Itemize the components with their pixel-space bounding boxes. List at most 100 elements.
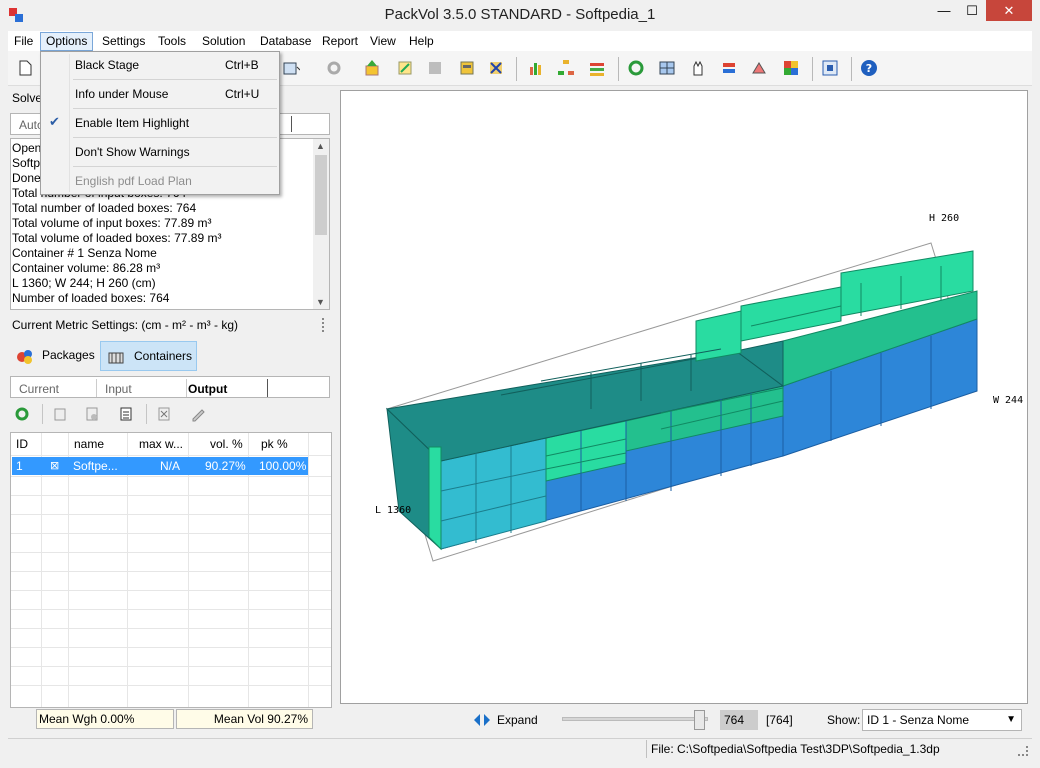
log-scrollbar[interactable]: ▲ ▼ xyxy=(313,139,329,309)
box-total: [764] xyxy=(766,713,793,727)
menu-settings[interactable]: Settings xyxy=(97,33,150,49)
tab-output[interactable]: Output xyxy=(188,382,227,396)
3d-view[interactable]: H 260 W 244 L 1360 xyxy=(340,90,1028,704)
flag-icon[interactable] xyxy=(720,59,738,77)
load-green-icon[interactable] xyxy=(363,59,381,77)
mean-weight-status: Mean Wgh 0.00% xyxy=(36,709,174,729)
new-file-icon[interactable] xyxy=(16,59,34,77)
tab-current[interactable]: Current xyxy=(19,382,59,396)
edit-icon[interactable] xyxy=(190,406,206,422)
expand-label: Expand xyxy=(497,713,538,727)
menu-database[interactable]: Database xyxy=(255,33,316,49)
col-name[interactable]: name xyxy=(74,437,104,451)
menu-tools[interactable]: Tools xyxy=(153,33,191,49)
row-pk: 100.00% xyxy=(259,459,307,473)
scroll-up-icon[interactable]: ▲ xyxy=(316,141,325,151)
chart-icon[interactable] xyxy=(527,59,545,77)
palette-icon[interactable] xyxy=(782,59,800,77)
log-line: Total number of loaded boxes: 764 xyxy=(12,201,197,215)
show-dropdown[interactable]: ID 1 - Senza Nome ▼ xyxy=(862,709,1022,731)
help-icon[interactable]: ? xyxy=(860,59,878,77)
menu-help[interactable]: Help xyxy=(404,33,439,49)
document-icon[interactable] xyxy=(118,406,134,422)
minimize-button[interactable]: — xyxy=(930,0,958,21)
refresh-icon[interactable] xyxy=(627,59,645,77)
file-path: File: C:\Softpedia\Softpedia Test\3DP\So… xyxy=(651,742,940,756)
hand-pan-icon[interactable] xyxy=(689,59,707,77)
table-row[interactable]: 1 ⊠ Softpe... N/A 90.27% 100.00% xyxy=(12,457,308,475)
containers-grid[interactable]: ID name max w... vol. % pk % 1 ⊠ Softpe.… xyxy=(10,432,332,708)
col-id[interactable]: ID xyxy=(16,437,28,451)
menu-item-black-stage[interactable]: Black Stage Ctrl+B xyxy=(41,52,279,77)
expand-arrows-icon xyxy=(474,714,490,726)
resize-grip-icon[interactable] xyxy=(1018,746,1028,756)
close-button[interactable]: ✕ xyxy=(986,0,1032,21)
box-slider-track[interactable] xyxy=(562,717,708,721)
tab-containers-label: Containers xyxy=(134,349,193,363)
tab-packages-label: Packages xyxy=(42,348,95,362)
menu-item-info-under-mouse[interactable]: Info under Mouse Ctrl+U xyxy=(41,81,279,106)
settings-doc-icon[interactable] xyxy=(84,406,100,422)
box-slider-thumb[interactable] xyxy=(694,710,705,730)
menu-item-enable-item-highlight[interactable]: ✔ Enable Item Highlight xyxy=(41,110,279,135)
menu-view[interactable]: View xyxy=(365,33,401,49)
maximize-button[interactable]: ☐ xyxy=(958,0,986,21)
row-max-weight: N/A xyxy=(160,459,181,473)
database-icon[interactable] xyxy=(458,59,476,77)
col-vol-percent[interactable]: vol. % xyxy=(210,437,243,451)
row-name: Softpe... xyxy=(73,459,118,473)
window-title: PackVol 3.5.0 STANDARD - Softpedia_1 xyxy=(384,6,656,23)
chevron-down-icon: ▼ xyxy=(1006,714,1016,725)
log-line: Container # 1 Senza Nome xyxy=(12,246,157,260)
box-gray-icon[interactable] xyxy=(426,59,444,77)
menu-solution[interactable]: Solution xyxy=(197,33,250,49)
scroll-thumb[interactable] xyxy=(315,155,327,235)
tab-containers[interactable]: Containers xyxy=(100,341,197,371)
grip-icon[interactable] xyxy=(322,318,326,332)
solver-label: Solve xyxy=(12,91,43,105)
menu-report[interactable]: Report xyxy=(317,33,363,49)
delete-icon[interactable] xyxy=(156,406,172,422)
packages-icon xyxy=(17,350,32,364)
menu-options[interactable]: Options xyxy=(40,32,94,51)
menu-item-english-pdf-load-plan: English pdf Load Plan xyxy=(75,174,192,188)
export-icon[interactable] xyxy=(282,59,300,77)
log-line: Total volume of loaded boxes: 77.89 m³ xyxy=(12,231,222,245)
tab-input[interactable]: Input xyxy=(105,382,132,396)
box-blue-icon[interactable] xyxy=(487,59,505,77)
paint-icon[interactable] xyxy=(750,59,768,77)
col-pk-percent[interactable]: pk % xyxy=(261,437,288,451)
box-count: 764 xyxy=(720,710,758,730)
edit-pencil-icon[interactable] xyxy=(396,59,414,77)
grid-header: ID name max w... vol. % pk % xyxy=(11,433,331,455)
container-row-icon: ⊠ xyxy=(50,460,60,472)
checkmark-icon: ✔ xyxy=(49,114,60,129)
copy-icon[interactable] xyxy=(52,406,68,422)
show-value: ID 1 - Senza Nome xyxy=(867,713,970,727)
row-vol: 90.27% xyxy=(205,459,246,473)
col-max-weight[interactable]: max w... xyxy=(139,437,183,451)
show-label: Show: xyxy=(827,713,861,727)
refresh-icon[interactable] xyxy=(14,406,30,422)
menu-file[interactable]: File xyxy=(9,33,38,49)
menu-item-dont-show-warnings[interactable]: Don't Show Warnings xyxy=(41,139,279,164)
axis-h-label: H 260 xyxy=(929,213,959,224)
layers-icon[interactable] xyxy=(588,59,606,77)
gear-icon[interactable] xyxy=(325,59,343,77)
output-tabs: Current Input Output xyxy=(10,376,330,398)
svg-text:?: ? xyxy=(866,62,872,75)
log-line: L 1360; W 244; H 260 (cm) xyxy=(12,276,156,290)
grid-view-icon[interactable] xyxy=(658,59,676,77)
fit-view-icon[interactable] xyxy=(821,59,839,77)
tree-icon[interactable] xyxy=(557,59,575,77)
tab-packages[interactable]: Packages xyxy=(12,341,96,371)
container-3d-render[interactable]: H 260 W 244 L 1360 xyxy=(341,91,1028,704)
scroll-down-icon[interactable]: ▼ xyxy=(316,297,325,307)
metric-settings: Current Metric Settings: (cm - m² - m³ -… xyxy=(12,318,239,332)
grid-actions xyxy=(10,402,330,428)
log-line: Total volume of input boxes: 77.89 m³ xyxy=(12,216,212,230)
row-id: 1 xyxy=(16,459,23,473)
expand-button[interactable]: Expand xyxy=(474,710,544,730)
menu-bar: File Options Settings Tools Solution Dat… xyxy=(8,31,1032,51)
containers-icon xyxy=(108,352,124,364)
